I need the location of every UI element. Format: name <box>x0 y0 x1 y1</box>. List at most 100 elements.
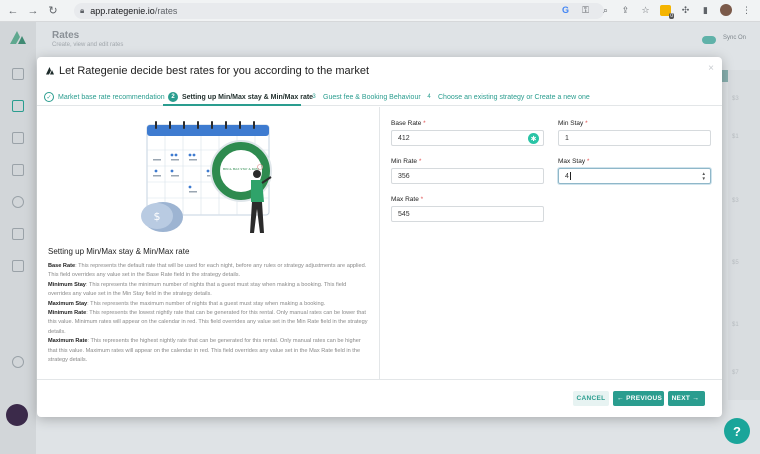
rategenie-logo-icon <box>46 67 54 75</box>
desc-term-min-stay: Minimum Stay <box>48 281 86 288</box>
max-rate-value: 545 <box>398 210 410 218</box>
max-stay-input[interactable]: 4 ▲ ▼ <box>558 168 711 184</box>
sidebar-notifications-icon[interactable] <box>12 356 24 368</box>
max-stay-label-text: Max Stay <box>558 158 586 165</box>
back-icon[interactable]: ← <box>6 4 20 18</box>
sidebar-market-icon[interactable] <box>12 196 24 208</box>
extension-badge: 0 <box>669 12 674 19</box>
cancel-button[interactable]: CANCEL <box>573 391 609 406</box>
grammar-assistant-icon[interactable]: ✱ <box>528 133 539 144</box>
desc-term-min-rate: Minimum Rate <box>48 310 87 317</box>
address-bar[interactable]: 🔒︎ app.rategenie.io /rates <box>74 2 604 19</box>
next-label: NEXT <box>671 395 691 402</box>
section-title: Setting up Min/Max stay & Min/Max rate <box>48 247 190 256</box>
rategenie-logo-icon[interactable] <box>8 28 28 48</box>
desc-text-min-rate: : This represents the lowest nightly rat… <box>48 310 368 335</box>
url-host: app.rategenie.io <box>90 5 155 16</box>
required-mark: * <box>418 158 422 165</box>
url-path: /rates <box>154 5 178 16</box>
page-subtitle: Create, view and edit rates <box>52 42 124 48</box>
step-market-base-rate[interactable]: ✓ Market base rate recommendation <box>44 90 165 104</box>
step-label: Guest fee & Booking Behaviour <box>323 93 421 101</box>
google-icon[interactable]: G <box>560 5 571 16</box>
arrow-left-icon: ← <box>616 395 625 402</box>
max-rate-input[interactable]: 545 <box>391 206 544 222</box>
desc-text-base-rate: : This represents the default rate that … <box>48 263 367 279</box>
sidebar-calendar-icon[interactable] <box>12 132 24 144</box>
step-strategy[interactable]: 4 Choose an existing strategy or Create … <box>424 90 590 104</box>
desc-term-max-rate: Maximum Rate <box>48 338 88 345</box>
sidepanel-icon[interactable]: ▮ <box>700 5 711 16</box>
number-stepper-icon[interactable]: ▲ ▼ <box>702 171 706 181</box>
required-mark: * <box>585 120 588 127</box>
min-stay-input[interactable]: 1 <box>558 130 711 146</box>
svg-text:$: $ <box>154 210 161 223</box>
browser-toolbar: ← → ↻ 🔒︎ app.rategenie.io /rates G ⚿ ⌕ ⇪… <box>0 0 760 22</box>
lock-icon: 🔒︎ <box>80 5 85 15</box>
desc-term-base-rate: Base Rate <box>48 263 76 269</box>
sync-toggle[interactable] <box>702 36 716 44</box>
key-icon[interactable]: ⚿ <box>580 5 591 16</box>
sidebar-dashboard-icon[interactable] <box>12 68 24 80</box>
previous-button[interactable]: ← PREVIOUS <box>613 391 664 406</box>
step-label: Choose an existing strategy or Create a … <box>438 93 590 101</box>
step-number: 4 <box>427 94 431 100</box>
help-button[interactable]: ? <box>724 418 750 444</box>
step-number: 3 <box>312 94 316 100</box>
zoom-icon[interactable]: ⌕ <box>600 5 611 16</box>
step-label: Setting up Min/Max stay & Min/Max rate <box>182 93 314 101</box>
step-guest-fee[interactable]: 3 Guest fee & Booking Behaviour <box>309 90 421 104</box>
extension-icon[interactable]: 0 <box>660 4 674 19</box>
max-stay-label: Max Stay * <box>558 158 589 165</box>
max-stay-value: 4 <box>565 172 569 180</box>
max-rate-label-text: Max Rate <box>391 196 419 203</box>
page-title: Rates <box>52 30 80 41</box>
calendar-illustration: $ MIN & MAX STAY & RATE <box>141 121 272 233</box>
sidebar-rates-icon[interactable] <box>12 100 24 112</box>
max-rate-label: Max Rate * <box>391 196 423 203</box>
reload-icon[interactable]: ↻ <box>46 4 60 18</box>
sync-label: Sync On <box>722 35 746 41</box>
base-rate-value: 412 <box>398 134 410 142</box>
field-descriptions: Base Rate: This represents the default r… <box>48 262 370 365</box>
required-mark: * <box>586 158 590 165</box>
arrow-right-icon: → <box>692 395 700 402</box>
desc-text-min-stay: : This represents the minimum number of … <box>48 281 347 298</box>
illustration-caption: MIN & MAX STAY & RATE <box>223 167 260 171</box>
modal-header: Let Rategenie decide best rates for you … <box>37 57 722 85</box>
min-rate-value: 356 <box>398 172 410 180</box>
step-label: Market base rate recommendation <box>58 93 165 101</box>
step-min-max[interactable]: 2 Setting up Min/Max stay & Min/Max rate <box>168 90 313 104</box>
min-rate-label: Min Rate * <box>391 158 421 165</box>
user-avatar[interactable] <box>6 404 28 426</box>
app-sidebar <box>0 22 36 454</box>
min-stay-label-text: Min Stay <box>558 120 584 127</box>
kebab-menu-icon[interactable]: ⋮ <box>741 5 752 16</box>
min-rate-label-text: Min Rate <box>391 158 418 165</box>
text-caret <box>569 172 571 180</box>
share-icon[interactable]: ⇪ <box>620 5 631 16</box>
next-button[interactable]: NEXT → <box>668 391 705 406</box>
desc-term-max-stay: Maximum Stay <box>48 300 88 307</box>
min-stay-label: Min Stay * <box>558 120 588 127</box>
puzzle-icon[interactable]: ✣ <box>680 5 691 16</box>
sidebar-grid-icon[interactable] <box>12 260 24 272</box>
min-stay-value: 1 <box>565 134 569 142</box>
active-step-indicator <box>163 104 301 106</box>
background-calendar-column: $3 $1 $3 $5 $1 $7 <box>728 70 760 400</box>
base-rate-label: Base Rate * <box>391 120 426 127</box>
modal-footer: CANCEL ← PREVIOUS NEXT → <box>37 379 722 417</box>
modal-title: Let Rategenie decide best rates for you … <box>59 65 370 77</box>
desc-text-max-rate: : This represents the highest nightly ra… <box>48 338 361 364</box>
forward-icon[interactable]: → <box>26 4 40 18</box>
check-icon: ✓ <box>44 92 54 102</box>
sidebar-users-icon[interactable] <box>12 164 24 176</box>
star-icon[interactable]: ☆ <box>640 5 651 16</box>
profile-avatar[interactable] <box>720 4 732 16</box>
wizard-stepper: ✓ Market base rate recommendation 2 Sett… <box>37 86 722 106</box>
min-rate-input[interactable]: 356 <box>391 168 544 184</box>
base-rate-input[interactable]: 412 ✱ <box>391 130 544 146</box>
sidebar-reports-icon[interactable] <box>12 228 24 240</box>
rate-form: Base Rate * 412 ✱ Min Stay * 1 Min Rate … <box>381 107 722 379</box>
close-icon[interactable]: × <box>708 63 714 74</box>
